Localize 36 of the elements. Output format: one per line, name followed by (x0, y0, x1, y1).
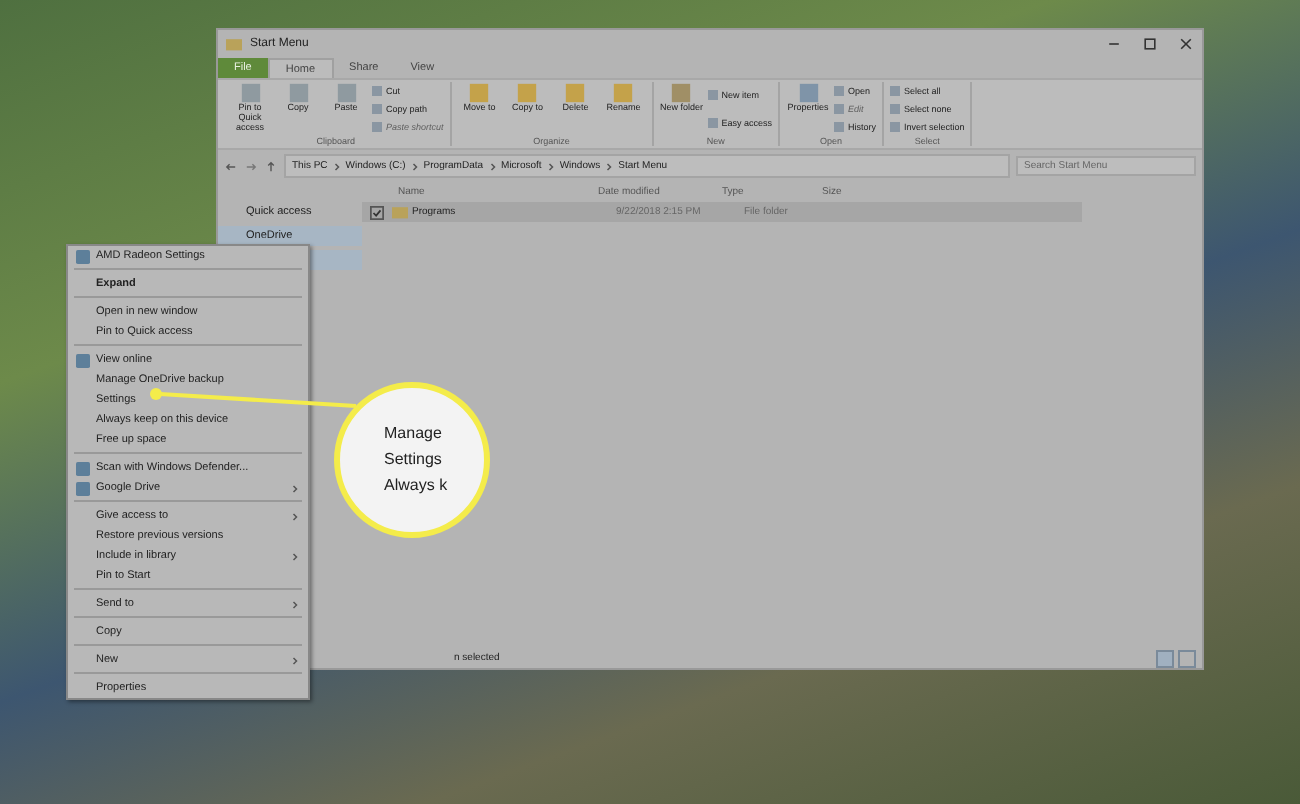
chevron-icon (292, 599, 298, 609)
tiles-view-icon[interactable] (1178, 649, 1196, 667)
up-button[interactable] (264, 159, 278, 173)
command-icon (516, 82, 539, 104)
magnified-text: Manage (384, 424, 444, 444)
folder-icon (226, 36, 242, 52)
checkbox[interactable] (370, 205, 384, 219)
command-icon (612, 82, 635, 104)
command-icon (287, 82, 309, 104)
magnified-text: Settings (384, 450, 444, 470)
chevron-icon (606, 161, 613, 171)
chevron-icon (411, 161, 418, 171)
maximize-button[interactable] (1142, 36, 1158, 52)
command-icon (468, 82, 491, 104)
command-icon (797, 82, 820, 104)
command-icon (707, 117, 718, 128)
forward-button[interactable] (244, 159, 258, 173)
details-view-icon[interactable] (1156, 649, 1174, 667)
app-icon (75, 249, 89, 263)
chevron-icon (489, 161, 496, 171)
chevron-icon (292, 483, 298, 493)
command-icon (239, 82, 261, 104)
folder-icon (392, 204, 408, 220)
back-button[interactable] (224, 159, 238, 173)
command-icon (707, 90, 718, 101)
app-icon (75, 353, 89, 367)
chevron-icon (292, 655, 298, 665)
chevron-icon (333, 161, 340, 171)
command-icon (335, 82, 357, 104)
chevron-icon (292, 511, 298, 521)
command-icon (670, 82, 693, 104)
command-icon (564, 82, 587, 104)
close-button[interactable] (1178, 36, 1194, 52)
magnified-text: Always k (384, 476, 450, 496)
chevron-icon (292, 551, 298, 561)
chevron-icon (547, 161, 554, 171)
